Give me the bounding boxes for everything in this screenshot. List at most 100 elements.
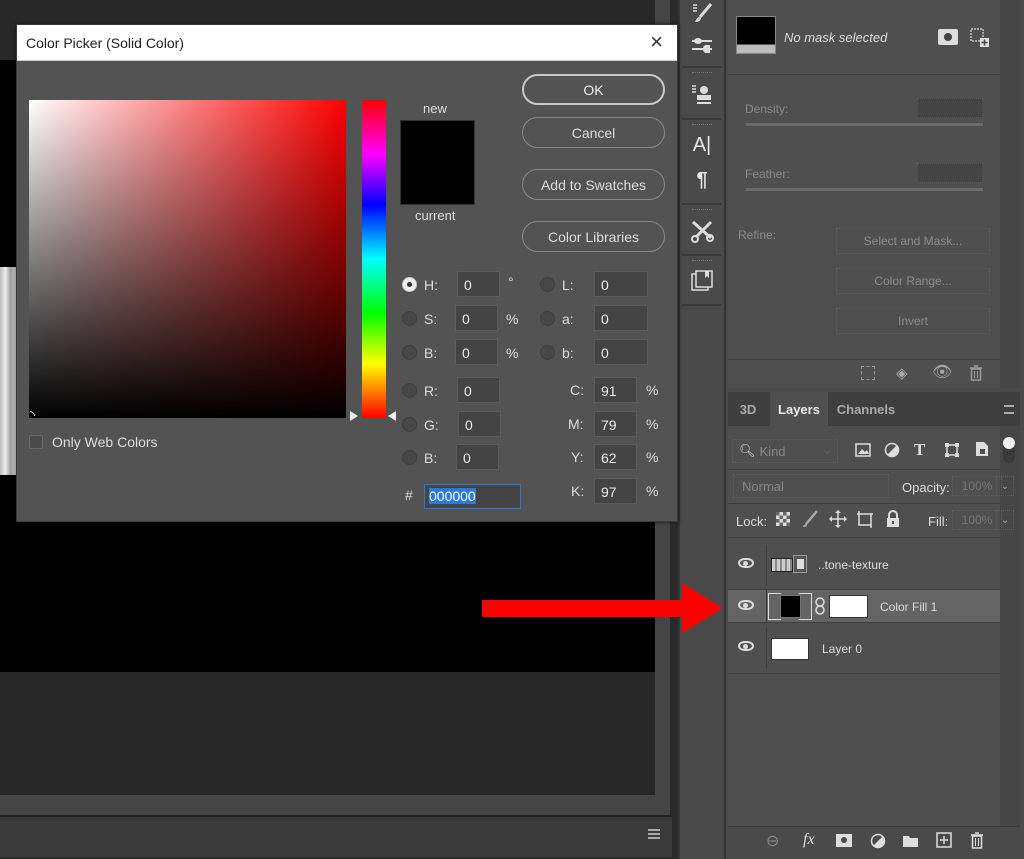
radio-saturation[interactable] [402, 311, 417, 326]
fill-dropdown-icon[interactable]: ⌄ [996, 510, 1014, 530]
add-mask-icon[interactable] [836, 834, 852, 847]
select-and-mask-button: Select and Mask... [836, 228, 990, 254]
filter-pixel-icon[interactable] [855, 443, 871, 462]
color-libraries-button[interactable]: Color Libraries [522, 221, 665, 252]
new-group-folder-icon[interactable] [902, 834, 919, 853]
canvas-horizontal-scrollbar[interactable] [0, 795, 670, 815]
layer-style-fx-icon[interactable]: fx [803, 831, 815, 849]
filter-type-icon[interactable]: T [914, 440, 925, 460]
visibility-eye-icon[interactable] [738, 558, 754, 568]
clone-source-icon[interactable] [680, 77, 724, 111]
opacity-field[interactable]: 100% [952, 476, 1002, 496]
brightness-input[interactable]: 0 [455, 339, 498, 365]
lightness-input[interactable]: 0 [594, 271, 648, 297]
hue-slider-left-handle[interactable] [350, 411, 358, 421]
layer-name[interactable]: Color Fill 1 [880, 600, 937, 614]
color-range-button: Color Range... [836, 268, 990, 294]
layer-row-color-fill-1[interactable]: Color Fill 1 [728, 590, 1000, 622]
lock-artboard-icon[interactable] [856, 510, 874, 533]
radio-b-channel[interactable] [540, 345, 555, 360]
link-layers-icon[interactable]: ⊖ [766, 831, 779, 851]
lock-label: Lock: [736, 514, 768, 529]
cyan-input[interactable]: 91 [594, 377, 637, 403]
link-chain-icon[interactable] [815, 597, 825, 620]
lock-position-icon[interactable] [829, 510, 847, 533]
new-current-swatch[interactable] [400, 120, 475, 205]
layer-name[interactable]: Layer 0 [822, 642, 862, 656]
radio-green[interactable] [402, 417, 417, 432]
search-icon: 🔍︎ [739, 443, 756, 458]
a-channel-input[interactable]: 0 [594, 305, 648, 331]
filter-toggle[interactable] [1003, 437, 1015, 463]
blend-mode-select[interactable]: Normal [733, 474, 889, 498]
ok-button[interactable]: OK [522, 74, 665, 105]
red-input[interactable]: 0 [457, 377, 500, 403]
percent-unit: % [506, 345, 519, 361]
black-key-input[interactable]: 97 [594, 478, 637, 504]
tool-presets-icon[interactable] [680, 214, 724, 248]
mask-status-text: No mask selected [784, 30, 888, 45]
disable-mask-eye-icon: 👁︎ [932, 364, 953, 381]
black-key-label: K: [571, 483, 585, 499]
radio-red[interactable] [402, 383, 417, 398]
layers-panel-menu-icon[interactable] [1004, 405, 1014, 414]
layer-mask-thumbnail[interactable] [829, 595, 868, 618]
opacity-dropdown-icon[interactable]: ⌄ [996, 476, 1014, 496]
saturation-input[interactable]: 0 [455, 305, 498, 331]
density-slider [746, 123, 983, 126]
layer-row-tone-texture[interactable]: ..tone-texture [728, 545, 1000, 585]
radio-hue[interactable] [402, 277, 417, 292]
paragraph-icon[interactable]: ¶ [680, 163, 724, 197]
yellow-input[interactable]: 62 [594, 444, 637, 470]
hue-slider[interactable] [362, 100, 386, 418]
radio-blue[interactable] [402, 450, 417, 465]
visibility-eye-icon[interactable] [738, 641, 754, 651]
delete-layer-icon[interactable] [970, 832, 984, 854]
add-to-swatches-button[interactable]: Add to Swatches [522, 169, 665, 200]
add-pixel-mask-icon[interactable] [938, 29, 958, 45]
saturation-brightness-field[interactable] [29, 100, 346, 418]
character-icon[interactable]: A| [680, 128, 724, 162]
add-vector-mask-icon[interactable] [969, 27, 991, 54]
dialog-title: Color Picker (Solid Color) [26, 35, 184, 51]
adjustments-icon[interactable] [680, 28, 724, 62]
lock-transparent-pixels-icon[interactable] [776, 512, 790, 526]
annotation-arrow-shaft [482, 600, 682, 617]
hue-slider-right-handle[interactable] [388, 411, 396, 421]
new-layer-icon[interactable] [936, 832, 952, 853]
tab-layers[interactable]: Layers [770, 392, 828, 426]
visibility-eye-icon[interactable] [738, 600, 754, 610]
filter-shape-icon[interactable] [944, 442, 960, 463]
magenta-input[interactable]: 79 [594, 411, 637, 437]
properties-scrollbar[interactable] [1000, 0, 1020, 388]
blue-input[interactable]: 0 [456, 444, 499, 470]
percent-unit: % [646, 483, 659, 499]
close-icon[interactable]: × [650, 31, 663, 53]
tab-channels[interactable]: Channels [830, 392, 902, 426]
brush-presets-icon[interactable] [680, 0, 724, 30]
lock-image-pixels-icon[interactable] [802, 510, 818, 533]
radio-lightness[interactable] [540, 277, 555, 292]
fill-color-thumbnail[interactable] [780, 595, 801, 618]
layer-name[interactable]: ..tone-texture [818, 558, 889, 572]
green-input[interactable]: 0 [458, 411, 501, 437]
layer-filter-kind-select[interactable]: 🔍︎ Kind ⌵ [732, 439, 838, 463]
libraries-icon[interactable] [680, 264, 724, 298]
lightness-label: L: [562, 277, 574, 293]
hue-input[interactable]: 0 [457, 271, 500, 297]
only-web-colors-checkbox[interactable] [29, 435, 43, 449]
panel-menu-icon[interactable] [648, 829, 660, 839]
fill-field[interactable]: 100% [952, 510, 1002, 530]
cancel-button[interactable]: Cancel [522, 117, 665, 148]
lock-all-icon[interactable] [886, 510, 900, 532]
tab-3d[interactable]: 3D [728, 392, 768, 426]
filter-adjustment-icon[interactable] [884, 442, 900, 463]
filter-smart-object-icon[interactable] [975, 441, 989, 462]
b-channel-input[interactable]: 0 [594, 339, 648, 365]
radio-a-channel[interactable] [540, 311, 555, 326]
layer-row-layer-0[interactable]: Layer 0 [728, 628, 1000, 668]
new-adjustment-layer-icon[interactable] [870, 833, 886, 854]
refine-label: Refine: [738, 228, 777, 242]
radio-brightness[interactable] [402, 345, 417, 360]
hex-color-input[interactable]: 000000 [424, 484, 521, 509]
